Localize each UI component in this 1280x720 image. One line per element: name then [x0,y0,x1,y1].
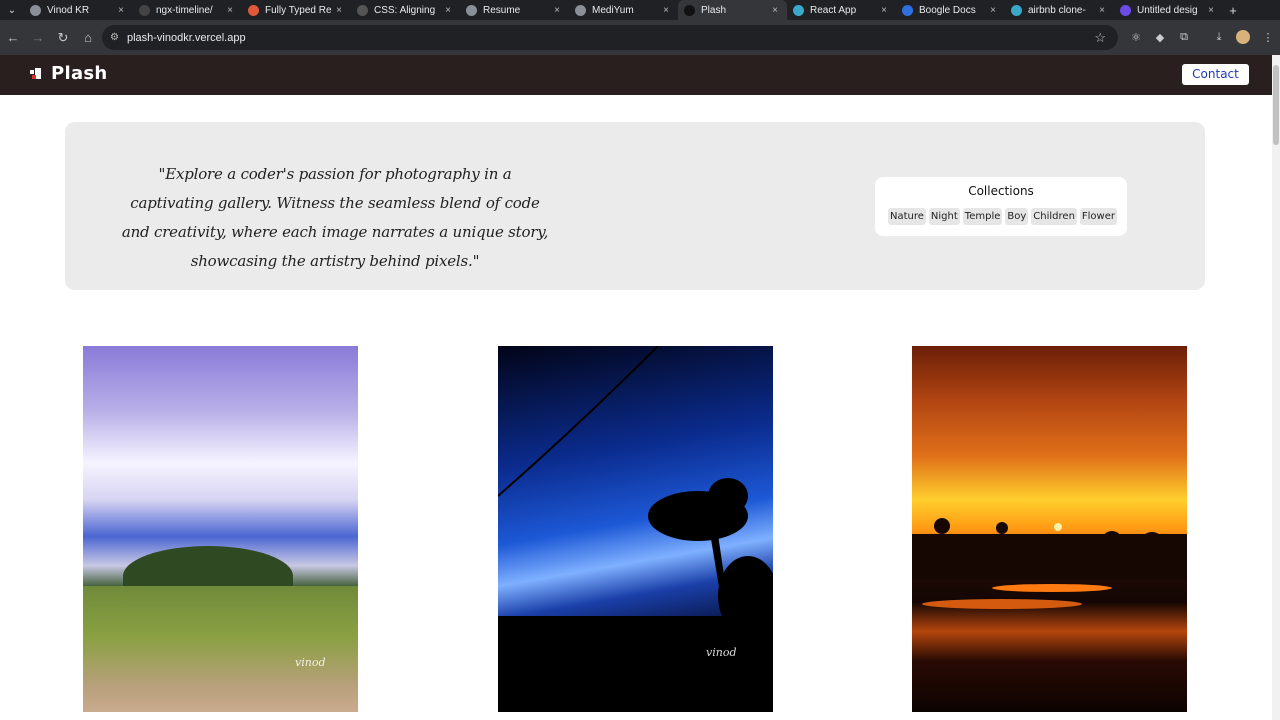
logo-text: Plash [51,63,108,84]
react-icon [1011,4,1022,16]
browser-tab[interactable]: CSS: Aligning × [351,0,460,20]
contact-button[interactable]: Contact [1182,64,1249,85]
sparkle-icon [248,4,259,16]
back-icon[interactable]: ← [1,26,25,50]
github-icon [139,4,150,16]
gallery-photo-1[interactable]: vinod [83,346,358,712]
address-bar[interactable]: ⚙ plash-vinodkr.vercel.app ☆ [102,25,1118,50]
profile-avatar-icon[interactable] [1236,30,1250,44]
browser-tab[interactable]: ngx-timeline/ × [133,0,242,20]
home-icon[interactable]: ⌂ [76,26,100,50]
tab-close-icon[interactable]: × [1096,5,1108,16]
browser-menu-icon[interactable]: ⋮ [1260,29,1276,45]
tab-close-icon[interactable]: × [442,5,454,16]
mdn-icon [357,4,368,16]
browser-tab[interactable]: airbnb clone- × [1005,0,1114,20]
photo-signature: vinod [295,656,326,669]
plash-logo-icon [30,67,42,80]
tab-close-icon[interactable]: × [987,5,999,16]
browser-tab[interactable]: Plash × [678,0,787,20]
reload-icon[interactable]: ↻ [51,26,75,50]
hero-banner: "Explore a coder's passion for photograp… [65,122,1205,290]
photo-field [83,586,358,712]
browser-tab[interactable]: Fully Typed Re × [242,0,351,20]
browser-tab-label: CSS: Aligning [374,4,436,16]
browser-tab-label: airbnb clone- [1028,4,1086,16]
collection-chip[interactable]: Boy [1005,208,1029,225]
collection-chip[interactable]: Flower [1079,208,1117,225]
tab-search-icon[interactable]: ⌄ [0,0,24,20]
tab-close-icon[interactable]: × [660,5,672,16]
browser-tab-label: MediYum [592,4,634,16]
collections-card: Collections Nature Night Temple Boy Children… [875,177,1127,236]
url-text: plash-vinodkr.vercel.app [126,31,246,44]
collection-chip[interactable]: Nature [888,208,926,225]
browser-tab[interactable]: MediYum × [569,0,678,20]
browser-tab-label: Resume [483,4,521,16]
extension-icon[interactable]: ◆ [1152,29,1168,45]
plash-icon [684,4,695,16]
browser-tab-label: React App [810,4,857,16]
tab-close-icon[interactable]: × [878,5,890,16]
globe-icon [466,4,477,16]
collection-chip[interactable]: Children [1031,208,1077,225]
new-tab-button[interactable]: + [1223,0,1243,20]
bookmark-star-icon[interactable]: ☆ [1094,30,1106,46]
browser-tab[interactable]: React App × [787,0,896,20]
collections-chip-list: Nature Night Temple Boy Children Flower [888,208,1117,225]
browser-tab-label: Untitled desig [1137,4,1198,16]
browser-tab-strip: ⌄ Vinod KR × ngx-timeline/× Fully Typed Re ×… [0,0,1280,20]
treeline-silhouette [912,518,1187,609]
page-scrollbar[interactable] [1272,55,1280,720]
canva-icon [1120,4,1131,16]
react-icon [793,4,804,16]
browser-tab-label: ngx-timeline/ [156,4,213,16]
react-devtools-icon[interactable]: ⚛ [1128,29,1144,45]
docs-icon [902,4,913,16]
tab-close-icon[interactable]: × [551,5,563,16]
browser-tab-label: Vinod KR [47,4,90,16]
tab-close-icon[interactable]: × [224,5,236,16]
scrollbar-thumb[interactable] [1273,65,1279,145]
hero-quote: "Explore a coder's passion for photograp… [121,165,549,270]
forward-icon[interactable]: → [26,26,50,50]
tab-close-icon[interactable]: × [333,5,345,16]
tab-close-icon[interactable]: × [115,5,127,16]
site-navbar: Plash Contact [0,55,1272,95]
browser-tab-label: Plash [701,4,727,16]
browser-tab-label: Boogle Docs [919,4,976,16]
globe-icon [575,4,586,16]
browser-tab[interactable]: Vinod KR × [24,0,133,20]
collection-chip[interactable]: Night [928,208,960,225]
browser-tab[interactable]: Boogle Docs × [896,0,1005,20]
browser-tab-label: Fully Typed Re [265,4,332,16]
tab-close-icon[interactable]: × [1205,5,1217,16]
browser-toolbar: ← → ↻ ⌂ ⚙ plash-vinodkr.vercel.app ☆ ⚛ ◆… [0,20,1280,55]
collection-chip[interactable]: Temple [962,208,1003,225]
site-logo[interactable]: Plash [30,63,108,84]
photo-signature: vinod [706,646,737,659]
extensions-puzzle-icon[interactable]: ⧉ [1176,29,1192,45]
globe-icon [30,4,41,16]
browser-tab[interactable]: Resume × [460,0,569,20]
gallery-photo-2[interactable]: vinod [498,346,773,712]
browser-tab[interactable]: Untitled desig × [1114,0,1223,20]
download-icon[interactable]: ⤓ [1211,29,1227,45]
gallery-photo-3[interactable] [912,346,1187,712]
collections-title: Collections [968,184,1034,198]
site-info-icon[interactable]: ⚙ [110,32,119,43]
tab-close-icon[interactable]: × [769,5,781,16]
